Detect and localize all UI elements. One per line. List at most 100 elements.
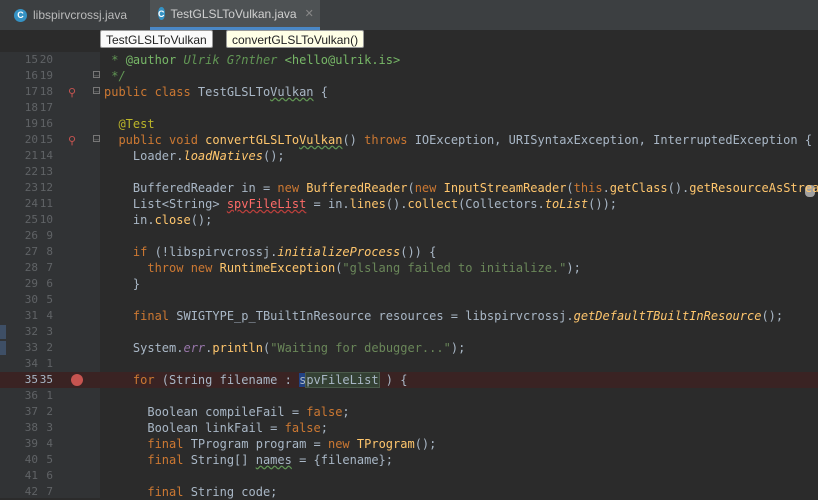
run-test-icon[interactable]: ⚲: [68, 85, 76, 101]
code-token: names: [255, 453, 292, 467]
code-token: ();: [414, 437, 437, 451]
code-token: ;: [342, 405, 350, 419]
code-token: @author: [125, 53, 184, 67]
code-text: BufferedReader in = new BufferedReader(n…: [104, 180, 818, 196]
breakpoint-icon[interactable]: [71, 374, 83, 386]
code-token: String code;: [190, 485, 278, 499]
code-line[interactable]: 23 12 BufferedReader in = new BufferedRea…: [0, 180, 818, 196]
code-line[interactable]: 39 4 final TProgram program = new TProgra…: [0, 436, 818, 452]
code-token: throws: [364, 133, 415, 147]
tab-testglsltovulkan[interactable]: C TestGLSLToVulkan.java ✕: [150, 0, 320, 30]
breadcrumb-method[interactable]: convertGLSLToVulkan(): [226, 30, 365, 48]
code-token: false: [306, 405, 343, 419]
code-line[interactable]: 31 4 final SWIGTYPE_p_TBuiltInResource re…: [0, 308, 818, 324]
code-line[interactable]: 17 18 ⚲ – public class TestGLSLToVulkan {: [0, 84, 818, 100]
code-line[interactable]: 19 16 @Test: [0, 116, 818, 132]
code-text: */: [104, 68, 125, 84]
code-token: new: [277, 181, 307, 195]
tab-label: libspirvcrossj.java: [33, 8, 128, 22]
code-text: * @author Ulrik G?nther <hello@ulrik.is>: [104, 52, 400, 68]
code-line[interactable]: 29 6 }: [0, 276, 818, 292]
code-token: @Test: [104, 117, 155, 131]
relative-line-number: 7: [46, 261, 53, 274]
editor-tab-bar: C libspirvcrossj.java C TestGLSLToVulkan…: [0, 0, 818, 31]
code-text: final String[] names = {filename};: [104, 452, 393, 468]
code-line[interactable]: 22 13: [0, 164, 818, 180]
code-token: getClass: [609, 181, 668, 195]
code-token: ) {: [378, 373, 408, 387]
code-token: Boolean compileFail =: [104, 405, 307, 419]
code-line[interactable]: 40 5 final String[] names = {filename};: [0, 452, 818, 468]
relative-line-number: 19: [39, 69, 53, 82]
code-token: ();: [190, 213, 213, 227]
structure-marker: [0, 325, 6, 339]
breadcrumb-class[interactable]: TestGLSLToVulkan: [100, 30, 213, 48]
code-token: Ulrik G?nther: [183, 53, 285, 67]
code-token: TProgram program =: [190, 437, 328, 451]
code-text: }: [104, 276, 140, 292]
code-token: TestGLSLTo: [197, 85, 271, 99]
code-token: {: [313, 85, 328, 99]
code-line[interactable]: 33 2 System.err.println("Waiting for debu…: [0, 340, 818, 356]
code-line[interactable]: 21 14 Loader.loadNatives();: [0, 148, 818, 164]
code-line[interactable]: 15 20 * @author Ulrik G?nther <hello@ulri…: [0, 52, 818, 68]
code-token: final: [104, 437, 191, 451]
code-line[interactable]: 18 17: [0, 100, 818, 116]
code-line[interactable]: 35 35 for (String filename : spvFileList …: [0, 372, 818, 388]
fold-toggle-icon[interactable]: –: [93, 135, 100, 144]
fold-toggle-icon[interactable]: –: [93, 71, 100, 80]
code-token: getResourceAsStream: [689, 181, 818, 195]
code-token: convertGLSLTo: [205, 133, 300, 147]
code-token: Vulkan: [270, 85, 314, 99]
code-line[interactable]: 34 1: [0, 356, 818, 372]
code-token: BufferedReader: [306, 181, 408, 195]
code-text: for (String filename : spvFileList ) {: [104, 372, 407, 388]
code-line[interactable]: 32 3: [0, 324, 818, 340]
code-token: this: [573, 181, 603, 195]
relative-line-number: 35: [39, 373, 53, 386]
code-line[interactable]: 26 9: [0, 228, 818, 244]
code-text: public void convertGLSLToVulkan() throws…: [104, 132, 812, 148]
code-token: "Waiting for debugger...": [270, 341, 451, 355]
code-token: initializeProcess: [277, 245, 401, 259]
relative-line-number: 3: [46, 421, 53, 434]
code-token: );: [450, 341, 466, 355]
code-line[interactable]: 30 5: [0, 292, 818, 308]
relative-line-number: 14: [39, 149, 53, 162]
relative-line-number: 15: [39, 133, 53, 146]
code-line[interactable]: 16 19– */: [0, 68, 818, 84]
java-class-icon: C: [158, 7, 165, 20]
code-token: false: [284, 421, 321, 435]
code-line[interactable]: 37 2 Boolean compileFail = false;: [0, 404, 818, 420]
code-token: "glslang failed to initialize.": [342, 261, 567, 275]
code-line[interactable]: 38 3 Boolean linkFail = false;: [0, 420, 818, 436]
run-test-icon[interactable]: ⚲: [68, 133, 76, 149]
code-line[interactable]: 20 15 ⚲ – public void convertGLSLToVulkan()…: [0, 132, 818, 148]
fold-toggle-icon[interactable]: –: [93, 87, 100, 96]
code-text: if (!libspirvcrossj.initializeProcess())…: [104, 244, 436, 260]
code-token: ()) {: [400, 245, 437, 259]
code-line[interactable]: 24 11 List<String> spvFileList = in.lines…: [0, 196, 818, 212]
relative-line-number: 5: [46, 293, 53, 306]
code-line[interactable]: 28 7 throw new RuntimeException("glslang …: [0, 260, 818, 276]
code-token: err: [183, 341, 206, 355]
code-line[interactable]: 25 10 in.close();: [0, 212, 818, 228]
code-token: Loader.: [104, 149, 184, 163]
code-line[interactable]: 41 6: [0, 468, 818, 484]
code-line[interactable]: 36 1: [0, 388, 818, 404]
code-text: public class TestGLSLToVulkan {: [104, 84, 328, 100]
code-token: InputStreamReader: [443, 181, 567, 195]
tab-libspirvcrossj[interactable]: C libspirvcrossj.java: [6, 0, 146, 30]
code-token: spvFileList: [226, 197, 307, 211]
code-token: ;: [320, 421, 328, 435]
code-token: RuntimeException: [219, 261, 336, 275]
code-line[interactable]: 27 8 if (!libspirvcrossj.initializeProces…: [0, 244, 818, 260]
code-token: public void: [104, 133, 206, 147]
code-token: BufferedReader in =: [104, 181, 278, 195]
relative-line-number: 5: [46, 453, 53, 466]
java-class-icon: C: [14, 8, 27, 22]
code-token: final: [104, 453, 191, 467]
close-icon[interactable]: ✕: [305, 7, 314, 20]
relative-line-number: 12: [39, 181, 53, 194]
code-token: toList: [544, 197, 589, 211]
